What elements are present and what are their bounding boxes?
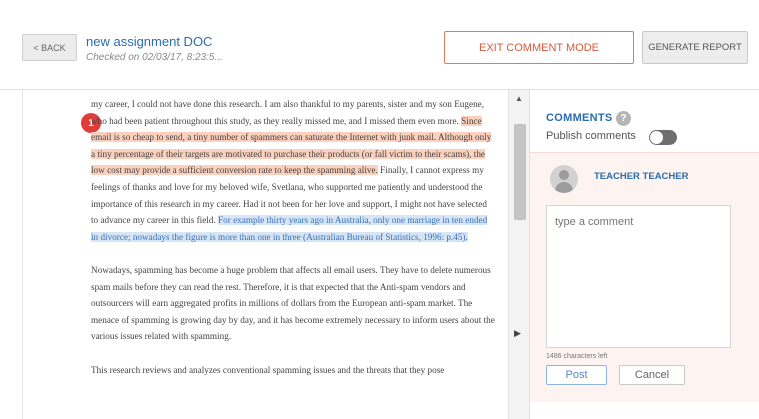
avatar-head [559,170,569,180]
scroll-up-icon[interactable]: ▲ [515,94,523,103]
scrollbar-thumb[interactable] [514,124,526,220]
paragraph: This research reviews and analyzes conve… [91,364,445,375]
publish-comments-toggle[interactable] [649,130,677,145]
document-title-link[interactable]: new assignment DOC [86,34,212,49]
comment-card: TEACHER TEACHER 1486 characters left Pos… [530,152,759,402]
checked-timestamp: Checked on 02/03/17, 8:23:5... [86,52,223,63]
document-text: my career, I could not have done this re… [91,96,496,395]
paragraph: my career, I could not have done this re… [91,96,496,245]
generate-report-button[interactable]: GENERATE REPORT [642,31,748,64]
toggle-knob [650,131,663,144]
comment-input[interactable] [546,205,731,348]
paragraph: Nowadays, spamming has become a huge pro… [91,264,495,342]
top-toolbar: < BACK new assignment DOC Checked on 02/… [0,0,759,90]
text-span: my career, I could not have done this re… [91,99,485,126]
exit-comment-mode-button[interactable]: EXIT COMMENT MODE [444,31,634,64]
document-scrollbar[interactable]: ▲ ▶ [508,90,530,419]
post-button[interactable]: Post [546,365,607,385]
characters-left-counter: 1486 characters left [546,353,608,360]
comments-panel: COMMENTS ? Publish comments TEACHER TEAC… [530,90,759,419]
document-viewer[interactable]: 1 my career, I could not have done this … [22,90,508,419]
comments-heading: COMMENTS [546,112,613,124]
back-button[interactable]: < BACK [22,34,77,61]
cancel-button[interactable]: Cancel [619,365,685,385]
avatar-body [555,182,573,193]
publish-comments-label: Publish comments [546,130,636,142]
help-icon[interactable]: ? [616,111,631,126]
expand-panel-icon[interactable]: ▶ [514,328,521,339]
avatar-icon [550,165,578,193]
comment-author: TEACHER TEACHER [594,171,689,182]
